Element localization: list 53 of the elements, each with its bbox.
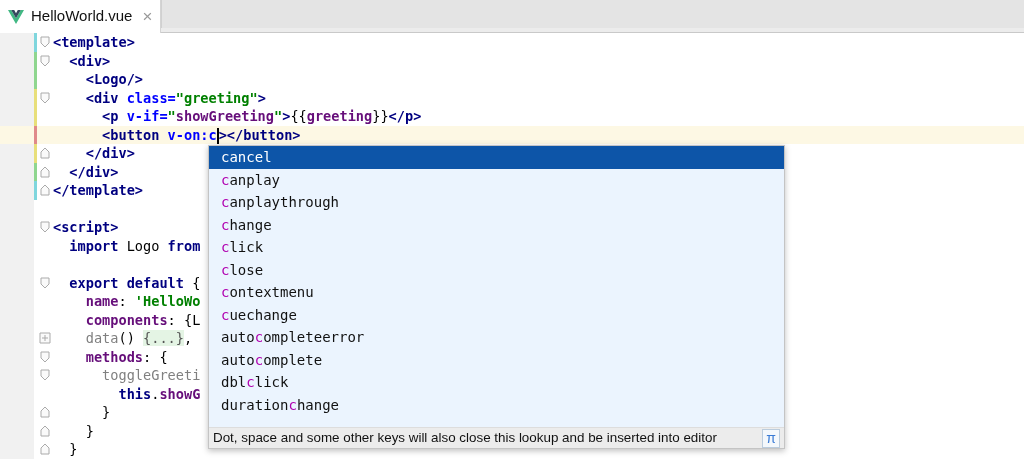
fold-icon[interactable] [39,147,51,160]
completion-item[interactable]: cuechange [209,303,784,326]
code-line: <Logo/> [84,70,144,89]
code-line: methods: { [84,347,168,366]
fold-icon[interactable] [39,54,51,67]
fold-icon[interactable] [39,443,51,456]
code-line: <template> [53,33,135,52]
fold-icon[interactable] [39,165,51,178]
code-line: } [68,440,78,459]
completion-item[interactable]: autocomplete [209,348,784,371]
code-line: <div class="greeting"> [84,88,266,107]
completion-item[interactable]: change [209,213,784,236]
completion-item[interactable]: canplay [209,168,784,191]
fold-icon[interactable] [39,369,51,382]
completion-item[interactable]: dblclick [209,371,784,394]
code-line: <button v-on:c></button> [101,125,301,144]
code-line: } [84,421,94,440]
code-line: data() {...}, [84,329,193,348]
file-tab[interactable]: HelloWorld.vue × [0,0,162,33]
fold-icon[interactable] [39,424,51,437]
completion-item[interactable]: close [209,258,784,281]
fold-icon[interactable] [39,276,51,289]
fold-icon[interactable] [39,332,51,345]
file-name: HelloWorld.vue [31,6,133,27]
pi-button[interactable]: π [762,428,780,448]
completion-item[interactable]: autocompleteerror [209,326,784,349]
hint-text: Dot, space and some other keys will also close this lookup and be inserted into editor [213,428,717,447]
fold-icon[interactable] [39,36,51,49]
fold-icon[interactable] [39,184,51,197]
vue-logo-icon [8,9,24,24]
code-line: export default { [68,273,201,292]
code-line: </div> [84,144,135,163]
text-caret [216,127,219,144]
code-line: <div> [68,51,111,70]
fold-icon[interactable] [39,91,51,104]
completion-item[interactable]: cancel [209,146,784,169]
fold-icon[interactable] [39,350,51,363]
code-line: toggleGreeti [101,366,201,385]
code-line: } [101,403,111,422]
code-line: import Logo from [68,236,201,255]
code-line: <p v-if="showGreeting">{{greeting}}</p> [101,107,422,126]
code-line: components: {L [84,310,201,329]
fold-icon[interactable] [39,221,51,234]
code-line: this.showG [117,384,201,403]
code-line: </div> [68,162,119,181]
completion-item[interactable]: click [209,236,784,259]
code-line: name: 'HelloWo [84,292,201,311]
fold-icon[interactable] [39,406,51,419]
code-line: <script> [53,218,119,237]
completion-item[interactable]: durationchange [209,393,784,416]
completion-item[interactable]: canplaythrough [209,191,784,214]
completion-item[interactable]: contextmenu [209,281,784,304]
code-line: </template> [53,181,144,200]
